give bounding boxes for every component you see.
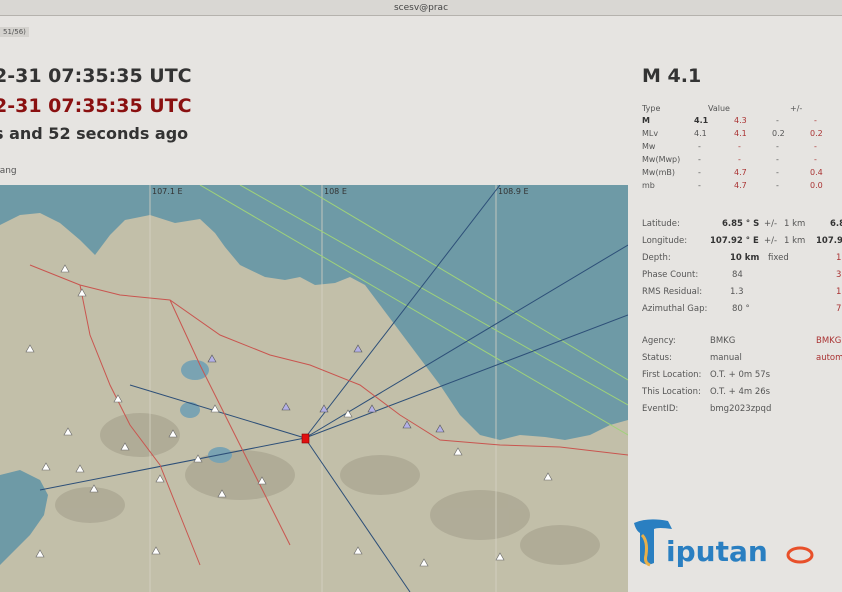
col-pm-header: +/-	[790, 104, 803, 113]
map-canvas[interactable]: 107.1 E 108 E 108.9 E	[0, 185, 628, 592]
col-type-header: Type	[642, 104, 661, 113]
epicenter-marker[interactable]	[301, 433, 310, 444]
lon-label-1: 107.1 E	[152, 187, 183, 196]
window-title: scesv@prac	[393, 3, 449, 13]
lake	[180, 402, 200, 418]
window-title-bar: scesv@prac	[0, 0, 842, 16]
event-tab[interactable]: 51/56)	[0, 27, 29, 37]
event-map[interactable]: 107.1 E 108 E 108.9 E	[0, 185, 628, 592]
time-ago-line: s and 52 seconds ago	[0, 124, 189, 143]
region-line: dang	[0, 166, 17, 176]
tab-bar	[0, 16, 842, 40]
logo-swoosh	[786, 546, 814, 564]
lon-label-3: 108.9 E	[498, 187, 529, 196]
event-details-panel: M 4.1 Type Value +/- M 4.1 4.3 - - MLv 4…	[630, 40, 842, 592]
watermark-text: iputan	[666, 535, 768, 568]
origin-time-line: 2-31 07:35:35 UTC	[0, 65, 192, 87]
magnitude-title: M 4.1	[642, 65, 702, 87]
watermark-logo-graphic: iputan	[634, 519, 814, 568]
lake	[181, 360, 209, 380]
watermark-logo: iputan	[628, 515, 828, 575]
origin-time-local-line: 2-31 07:35:35 UTC	[0, 95, 192, 117]
col-value-header: Value	[708, 104, 730, 113]
lon-label-2: 108 E	[324, 187, 347, 196]
